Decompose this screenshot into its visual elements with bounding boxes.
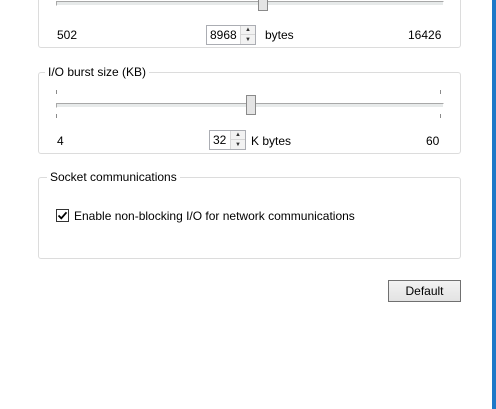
socket-communications-group-label: Socket communications: [47, 170, 180, 185]
checkmark-icon: [57, 211, 68, 220]
spin-up-arrow-icon[interactable]: ▲: [231, 131, 245, 140]
io-burst-slider-thumb[interactable]: [246, 95, 256, 115]
buffer-size-min-label: 502: [57, 28, 78, 42]
window-frame-edge: [492, 0, 496, 409]
buffer-size-slider-thumb[interactable]: [258, 0, 268, 11]
slider-tick: [56, 90, 57, 94]
nonblocking-io-checkbox[interactable]: [56, 209, 69, 222]
io-burst-unit-label: K bytes: [251, 134, 292, 148]
buffer-size-spin-buttons: ▲ ▼: [240, 26, 255, 44]
settings-panel: 502 8968 ▲ ▼ bytes 16426 I/O burst size …: [0, 0, 493, 409]
io-burst-spinbox[interactable]: 32 ▲ ▼: [209, 130, 246, 150]
io-burst-group: I/O burst size (KB) 4 32 ▲ ▼ K bytes 60: [38, 65, 461, 154]
default-button[interactable]: Default: [388, 280, 461, 302]
slider-tick: [440, 114, 441, 118]
spin-down-arrow-icon[interactable]: ▼: [231, 140, 245, 149]
buffer-size-spinbox[interactable]: 8968 ▲ ▼: [206, 25, 256, 45]
io-burst-spin-buttons: ▲ ▼: [230, 131, 245, 149]
io-burst-value[interactable]: 32: [213, 133, 226, 147]
spin-down-arrow-icon[interactable]: ▼: [241, 35, 255, 44]
spin-up-arrow-icon[interactable]: ▲: [241, 26, 255, 35]
buffer-size-value[interactable]: 8968: [210, 28, 237, 42]
socket-communications-group: Socket communications Enable non-blockin…: [38, 170, 461, 259]
nonblocking-io-label[interactable]: Enable non-blocking I/O for network comm…: [74, 209, 355, 223]
io-burst-max-label: 60: [426, 134, 440, 148]
buffer-size-group: 502 8968 ▲ ▼ bytes 16426: [38, 0, 461, 48]
slider-tick: [56, 114, 57, 118]
buffer-size-max-label: 16426: [408, 28, 442, 42]
buffer-size-slider-track[interactable]: [56, 1, 444, 6]
io-burst-group-label: I/O burst size (KB): [45, 65, 150, 80]
io-burst-min-label: 4: [57, 134, 64, 148]
buffer-size-unit-label: bytes: [265, 28, 294, 42]
slider-tick: [440, 90, 441, 94]
